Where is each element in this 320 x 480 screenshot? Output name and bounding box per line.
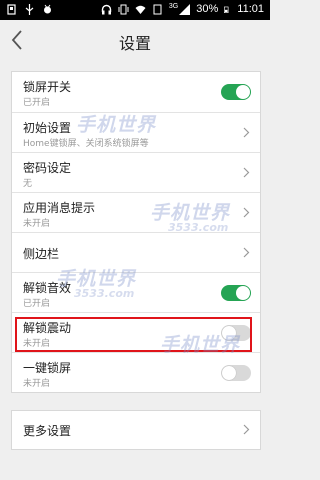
signal-icon: [179, 3, 191, 15]
setting-label: 一键锁屏: [23, 361, 72, 375]
chevron-right-icon: [243, 167, 250, 178]
setting-label: 初始设置: [23, 121, 72, 135]
wifi-icon: [135, 5, 146, 14]
network-type: 3G: [168, 3, 179, 10]
toggle-knob: [236, 85, 250, 99]
usb-icon: [25, 4, 34, 15]
setting-sidebar[interactable]: 侧边栏: [12, 232, 260, 273]
chevron-right-icon: [243, 424, 250, 435]
unlock-sound-toggle[interactable]: [221, 285, 251, 301]
battery-percent: 30%: [196, 3, 219, 15]
clock: 11:01: [237, 3, 264, 15]
lock-screen-toggle[interactable]: [221, 84, 251, 100]
setting-unlock-sound[interactable]: 解锁音效 已开启: [12, 272, 260, 313]
headphones-icon: [101, 4, 112, 14]
toggle-knob: [222, 366, 236, 380]
status-bar: 3G 30% 11:01: [0, 0, 270, 20]
more-settings-label: 更多设置: [23, 424, 72, 438]
chevron-right-icon: [243, 207, 250, 218]
battery-icon: [224, 6, 229, 13]
vibrate-icon: [118, 4, 129, 14]
setting-status: 已开启: [23, 98, 51, 108]
setting-app-notifications[interactable]: 应用消息提示 未开启: [12, 192, 260, 233]
one-key-lock-toggle[interactable]: [221, 365, 251, 381]
setting-label: 应用消息提示: [23, 201, 96, 215]
notification-icon: [7, 4, 16, 15]
setting-password[interactable]: 密码设定 无: [12, 152, 260, 193]
setting-initial-setup[interactable]: 初始设置 Home键锁屏、关闭系统锁屏等: [12, 112, 260, 153]
sim-icon: [153, 4, 162, 14]
setting-description: Home键锁屏、关闭系统锁屏等: [23, 139, 149, 149]
setting-status: 未开启: [23, 379, 51, 389]
chevron-right-icon: [243, 247, 250, 258]
chevron-right-icon: [243, 127, 250, 138]
setting-lock-screen-switch[interactable]: 锁屏开关 已开启: [12, 72, 260, 112]
setting-status: 无: [23, 179, 33, 189]
setting-label: 侧边栏: [23, 247, 60, 261]
setting-label: 解锁音效: [23, 281, 72, 295]
setting-status: 已开启: [23, 299, 51, 309]
highlight-box: [15, 317, 252, 352]
toggle-knob: [236, 286, 250, 300]
page-title: 设置: [118, 34, 151, 53]
setting-label: 锁屏开关: [23, 80, 72, 94]
setting-one-key-lock[interactable]: 一键锁屏 未开启: [12, 352, 260, 393]
setting-label: 密码设定: [23, 161, 72, 175]
debug-icon: [44, 4, 51, 14]
more-settings-row[interactable]: 更多设置: [11, 410, 261, 450]
title-bar: 设置: [0, 20, 270, 60]
setting-status: 未开启: [23, 219, 51, 229]
